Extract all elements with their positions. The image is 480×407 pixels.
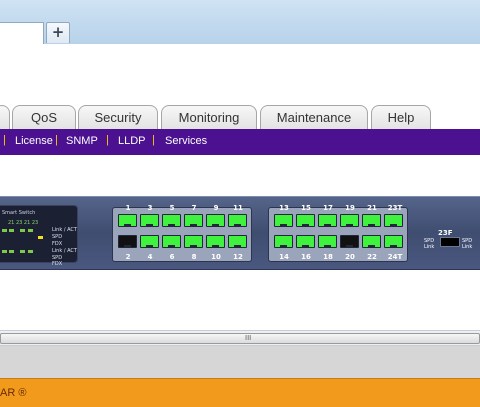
led-label: Link / ACT bbox=[52, 227, 77, 233]
tab-security[interactable]: Security bbox=[78, 105, 158, 129]
port-number-label: 2 bbox=[125, 253, 131, 261]
port-number-label: 18 bbox=[323, 253, 333, 261]
led-label: FDX bbox=[52, 261, 63, 267]
led-status-panel: Smart Switch 21 23 21 23 Link / ACT SPD … bbox=[0, 205, 78, 267]
separator: | bbox=[3, 134, 6, 146]
tab-partial[interactable] bbox=[0, 105, 10, 129]
port-11[interactable] bbox=[228, 214, 247, 227]
port-number-label: 11 bbox=[233, 204, 243, 212]
tab-maintenance[interactable]: Maintenance bbox=[260, 105, 368, 129]
led-port-numbers: 21 23 21 23 bbox=[8, 220, 39, 226]
port-10[interactable] bbox=[206, 235, 225, 248]
switch-model-label: Smart Switch bbox=[2, 210, 36, 216]
tab-monitoring[interactable]: Monitoring bbox=[161, 105, 257, 129]
footer-bar: AR ® bbox=[0, 378, 480, 407]
port-3[interactable] bbox=[140, 214, 159, 227]
port-number-label: 10 bbox=[211, 253, 221, 261]
port-number-label: 3 bbox=[147, 204, 153, 212]
port-23t-label: 23T bbox=[387, 204, 403, 212]
port-number-label: 15 bbox=[301, 204, 311, 212]
port-4[interactable] bbox=[140, 235, 159, 248]
separator: | bbox=[152, 134, 155, 146]
subnav-lldp[interactable]: LLDP bbox=[118, 135, 146, 147]
led-label: Link / ACT bbox=[52, 248, 77, 254]
port-20[interactable] bbox=[340, 235, 359, 248]
port-group-1-12: 1 3 5 7 9 11 2 4 6 8 10 12 bbox=[112, 204, 252, 262]
tab-help[interactable]: Help bbox=[371, 105, 431, 129]
tab-qos[interactable]: QoS bbox=[12, 105, 76, 129]
port-number-label: 4 bbox=[147, 253, 153, 261]
separator: | bbox=[106, 134, 109, 146]
led-indicator bbox=[20, 229, 25, 232]
grip-icon: III bbox=[245, 334, 252, 342]
port-number-label: 1 bbox=[125, 204, 131, 212]
port-23f-label: 23F bbox=[438, 229, 453, 237]
subnav-services[interactable]: Services bbox=[165, 135, 207, 147]
port-number-label: 21 bbox=[367, 204, 377, 212]
port-12[interactable] bbox=[228, 235, 247, 248]
separator: | bbox=[55, 134, 58, 146]
port-group-13-24: 13 15 17 19 21 23T 14 16 18 20 22 24T bbox=[268, 204, 408, 262]
port-number-label: 13 bbox=[279, 204, 289, 212]
port-number-label: 8 bbox=[191, 253, 197, 261]
port-17[interactable] bbox=[318, 214, 337, 227]
port-21[interactable] bbox=[362, 214, 381, 227]
port-24t-label: 24T bbox=[387, 253, 403, 261]
subnav-snmp[interactable]: SNMP bbox=[66, 135, 98, 147]
subnav-license[interactable]: License bbox=[15, 135, 53, 147]
port-number-label: 7 bbox=[191, 204, 197, 212]
port-2[interactable] bbox=[118, 235, 137, 248]
port-22[interactable] bbox=[362, 235, 381, 248]
port-23t[interactable] bbox=[384, 214, 403, 227]
led-indicator bbox=[28, 229, 33, 232]
footer-brand-text: AR ® bbox=[0, 387, 27, 399]
port-1[interactable] bbox=[118, 214, 137, 227]
port-8[interactable] bbox=[184, 235, 203, 248]
port-number-label: 22 bbox=[367, 253, 377, 261]
port-5[interactable] bbox=[162, 214, 181, 227]
sfp-led-label: SPD Link bbox=[462, 238, 473, 250]
port-16[interactable] bbox=[296, 235, 315, 248]
led-indicator bbox=[9, 250, 14, 253]
new-tab-button[interactable]: + bbox=[46, 22, 70, 43]
port-number-label: 12 bbox=[233, 253, 243, 261]
led-indicator bbox=[9, 229, 14, 232]
port-number-label: 20 bbox=[345, 253, 355, 261]
port-number-label: 6 bbox=[169, 253, 175, 261]
led-indicator bbox=[38, 236, 43, 239]
led-label: SPD bbox=[52, 234, 63, 240]
port-number-label: 9 bbox=[213, 204, 219, 212]
port-7[interactable] bbox=[184, 214, 203, 227]
port-number-label: 17 bbox=[323, 204, 333, 212]
scrollbar-thumb[interactable]: III bbox=[0, 333, 480, 344]
port-19[interactable] bbox=[340, 214, 359, 227]
sfp-port-23f[interactable] bbox=[440, 237, 460, 247]
port-15[interactable] bbox=[296, 214, 315, 227]
port-number-label: 16 bbox=[301, 253, 311, 261]
port-number-label: 14 bbox=[279, 253, 289, 261]
led-indicator bbox=[2, 229, 7, 232]
led-label: FDX bbox=[52, 241, 63, 247]
port-6[interactable] bbox=[162, 235, 181, 248]
port-9[interactable] bbox=[206, 214, 225, 227]
port-number-label: 19 bbox=[345, 204, 355, 212]
led-indicator bbox=[20, 250, 25, 253]
switch-front-panel: Smart Switch 21 23 21 23 Link / ACT SPD … bbox=[0, 196, 480, 270]
port-14[interactable] bbox=[274, 235, 293, 248]
browser-tab[interactable] bbox=[0, 22, 44, 44]
content-background bbox=[0, 346, 480, 378]
horizontal-scrollbar[interactable]: III bbox=[0, 330, 480, 346]
browser-tab-strip: + bbox=[0, 0, 480, 44]
led-indicator bbox=[2, 250, 7, 253]
port-number-label: 5 bbox=[169, 204, 175, 212]
sfp-led-label: SPD Link bbox=[424, 238, 435, 250]
port-24t[interactable] bbox=[384, 235, 403, 248]
port-13[interactable] bbox=[274, 214, 293, 227]
led-indicator bbox=[28, 250, 33, 253]
port-18[interactable] bbox=[318, 235, 337, 248]
sub-navigation-bar: | License | SNMP | LLDP | Services bbox=[0, 129, 480, 155]
